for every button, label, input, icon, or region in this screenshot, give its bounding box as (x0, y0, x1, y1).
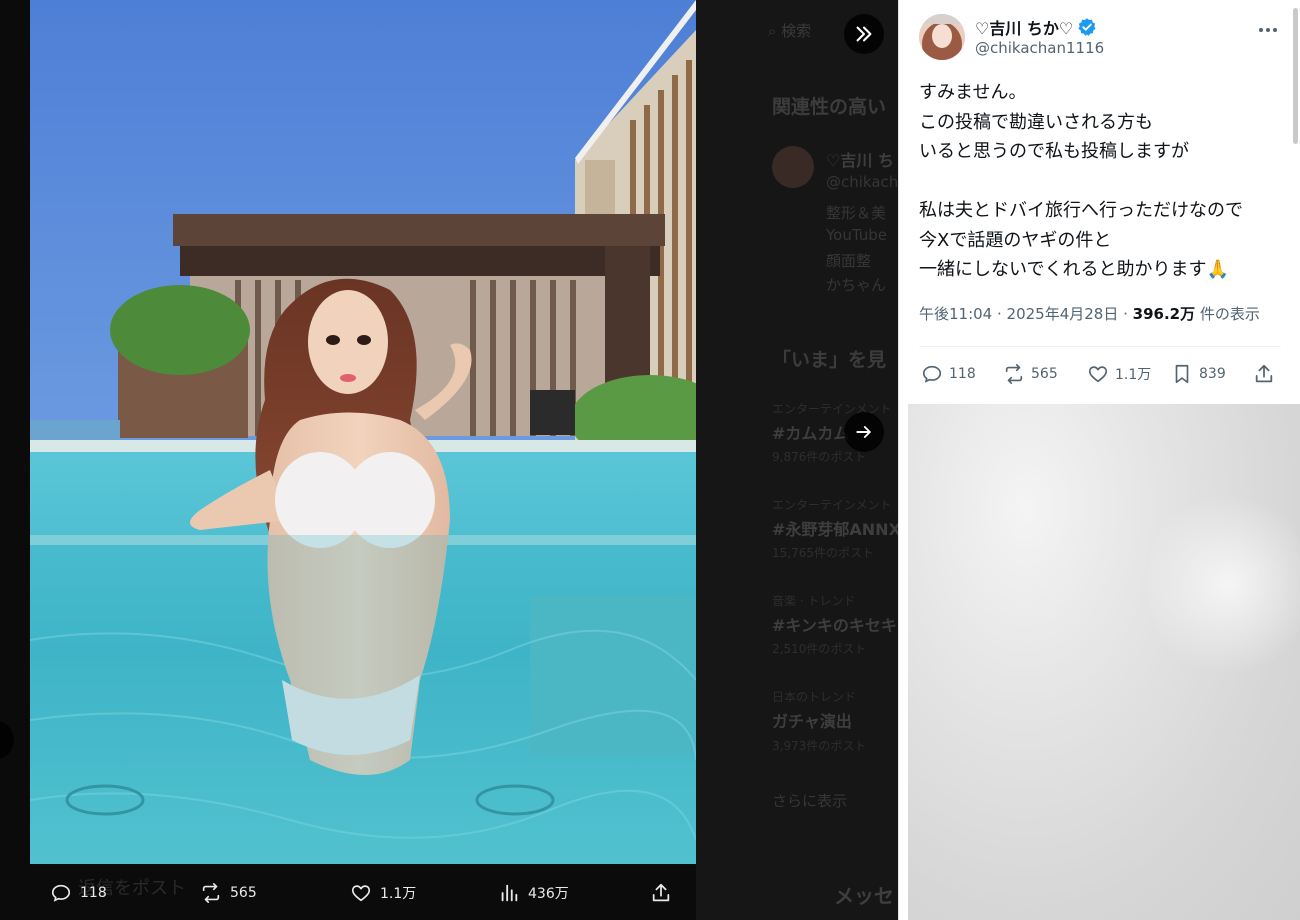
repost-button[interactable]: 565 (1003, 348, 1058, 400)
analytics-icon (501, 884, 518, 902)
avatar-image (919, 14, 965, 60)
post-text-line: 今Xで話題のヤギの件と (919, 229, 1112, 251)
like-count: 1.1万 (1115, 367, 1152, 383)
background-now-heading: 「いま」を見 (772, 349, 887, 371)
post-text-line: すみません。 (919, 82, 1027, 103)
trend-count: 3,973件のポスト (772, 739, 867, 753)
post-text-line: この投稿で勘違いされる方も (919, 111, 1153, 133)
blurred-content-area (908, 404, 1300, 920)
trend-category: 日本のトレンド (772, 690, 857, 704)
next-image-button[interactable] (844, 412, 884, 452)
more-dot-icon (1266, 28, 1270, 32)
avatar[interactable] (919, 14, 965, 60)
viewer-repost-count: 565 (230, 885, 257, 901)
reply-icon (51, 884, 71, 902)
trend-title: #永野芽郁ANNX (772, 520, 898, 539)
repost-icon (202, 883, 220, 903)
share-icon (652, 883, 670, 902)
divider (919, 346, 1281, 347)
heart-icon (351, 885, 371, 902)
background-bio-line: 顔面整 (826, 252, 872, 270)
panel-scrollbar[interactable] (1293, 8, 1298, 144)
post-text: すみません。 この投稿で勘違いされる方も いると思うので私も投稿しますが 私は夫… (919, 78, 1289, 285)
more-options-button[interactable] (1253, 18, 1283, 42)
previous-image-button[interactable] (0, 720, 14, 760)
background-messages: メッセ (834, 884, 894, 908)
bookmark-count: 839 (1199, 366, 1226, 382)
viewer-like-count: 1.1万 (380, 886, 417, 902)
more-dot-icon (1273, 28, 1277, 32)
reply-icon (922, 365, 942, 383)
background-page: ⌕ 検索 関連性の高い ♡吉川 ち @chikach 整形＆美 YouTube … (696, 0, 898, 920)
background-related-name: ♡吉川 ち (826, 151, 894, 170)
trend-category: エンターテインメント (772, 498, 892, 512)
post-view-count: 396.2万 (1132, 305, 1196, 323)
verified-badge-icon (1078, 18, 1096, 36)
more-dot-icon (1259, 28, 1263, 32)
double-chevron-right-icon (856, 26, 872, 42)
viewer-repost-button[interactable]: 565 (200, 866, 257, 920)
background-show-more: さらに表示 (772, 792, 848, 810)
post-photo[interactable] (30, 0, 696, 864)
post-metadata: 午後11:04 · 2025年4月28日 · 396.2万 件の表示 (919, 305, 1260, 323)
heart-icon (1088, 366, 1108, 383)
pool-photo-illustration (30, 0, 696, 864)
background-bio-line: かちゃん (826, 276, 887, 294)
author-handle[interactable]: @chikachan1116 (975, 39, 1104, 57)
post-detail-panel: ♡吉川 ちか♡ @chikachan1116 すみません。 この投稿で勘違いされ… (898, 0, 1300, 920)
viewer-reply-count: 118 (80, 885, 107, 901)
like-button[interactable]: 1.1万 (1087, 348, 1151, 400)
media-viewer: ⌕ 検索 関連性の高い ♡吉川 ち @chikach 整形＆美 YouTube … (0, 0, 898, 920)
bookmark-button[interactable]: 839 (1171, 348, 1226, 400)
post-text-line: いると思うので私も投稿しますが (919, 141, 1189, 162)
viewer-share-button[interactable] (650, 866, 672, 920)
viewer-action-bar: 118 565 1.1万 436万 (30, 866, 696, 920)
background-bio-line: YouTube (826, 226, 887, 244)
background-avatar (772, 146, 814, 188)
background-search: ⌕ 検索 (768, 22, 812, 40)
trend-count: 9,876件のポスト (772, 450, 867, 464)
viewer-reply-button[interactable]: 118 (50, 866, 107, 920)
background-related-heading: 関連性の高い (772, 96, 887, 118)
repost-icon (1005, 364, 1023, 384)
viewer-view-count: 436万 (528, 886, 569, 902)
post-text-line: 私は夫とドバイ旅行へ行っただけなので (919, 200, 1243, 221)
expand-panel-button[interactable] (844, 14, 884, 54)
trend-title: #キンキのキセキ (772, 616, 897, 635)
reply-count: 118 (949, 366, 976, 382)
author-display-name: ♡吉川 ちか♡ (975, 19, 1074, 38)
share-button[interactable] (1253, 348, 1275, 400)
trend-title: #カムカム (772, 424, 850, 443)
viewer-like-button[interactable]: 1.1万 (350, 866, 416, 920)
bookmark-icon (1175, 364, 1189, 384)
trend-count: 15,765件のポスト (772, 546, 874, 560)
post-text-line: 一緒にしないでくれると助かります🙏 (919, 259, 1229, 280)
post-date[interactable]: 2025年4月28日 (1007, 305, 1119, 323)
background-bio-line: 整形＆美 (826, 204, 887, 222)
post-view-suffix: 件の表示 (1199, 305, 1260, 323)
trend-title: ガチャ演出 (772, 712, 852, 731)
share-icon (1255, 364, 1273, 383)
trend-count: 2,510件のポスト (772, 642, 867, 656)
post-time[interactable]: 午後11:04 (919, 305, 992, 323)
post-action-bar: 118 565 1.1万 839 (919, 348, 1281, 400)
trend-category: 音楽 · トレンド (772, 594, 856, 608)
reply-button[interactable]: 118 (921, 348, 976, 400)
background-related-handle: @chikach (826, 173, 898, 191)
post-header: ♡吉川 ちか♡ @chikachan1116 (919, 14, 1289, 62)
arrow-right-icon (856, 426, 871, 438)
repost-count: 565 (1031, 366, 1058, 382)
author-name-row[interactable]: ♡吉川 ちか♡ (975, 15, 1097, 39)
post-text-line (919, 167, 1289, 197)
viewer-views-button[interactable]: 436万 (498, 866, 569, 920)
